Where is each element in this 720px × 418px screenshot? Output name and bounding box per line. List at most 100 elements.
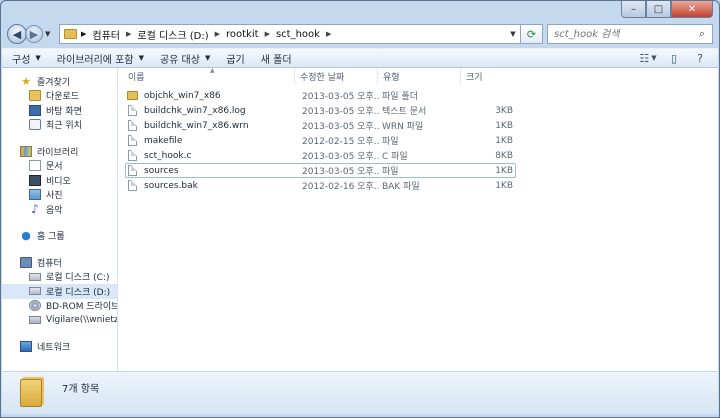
file-name-cell: sources xyxy=(126,165,296,176)
sidebar-item-favorites[interactable]: ★ 즐겨찾기 xyxy=(2,74,117,89)
column-header-type[interactable]: 유형 xyxy=(378,68,461,84)
file-name: buildchk_win7_x86.log xyxy=(144,105,246,116)
sidebar-item-pictures[interactable]: 사진 xyxy=(2,188,117,203)
organize-button[interactable]: 구성 ▼ xyxy=(12,51,41,66)
optical-drive-icon xyxy=(29,300,41,312)
new-folder-button[interactable]: 새 폴더 xyxy=(261,51,292,66)
file-name-cell: sct_hook.c xyxy=(126,150,296,161)
sidebar-item-videos[interactable]: 비디오 xyxy=(2,173,117,188)
chevron-right-icon[interactable]: ▶ xyxy=(215,30,220,38)
library-icon xyxy=(20,145,32,157)
sidebar-item-desktop[interactable]: 바탕 화면 xyxy=(2,103,117,118)
table-row[interactable]: makefile 2012-02-15 오후... 파일 1KB xyxy=(125,133,516,148)
help-button[interactable]: ? xyxy=(690,50,710,66)
breadcrumb-item-local-disk-d[interactable]: 로컬 디스크 (D:) xyxy=(137,27,208,42)
file-size: 1KB xyxy=(495,165,513,176)
sidebar-group-libraries: 라이브러리 문서 비디오 사진 ♪ 음악 xyxy=(2,144,117,217)
address-dropdown-button[interactable]: ▼ xyxy=(506,30,520,38)
file-icon xyxy=(128,165,137,176)
sidebar-item-downloads[interactable]: 다운로드 xyxy=(2,89,117,104)
sidebar-item-local-disk-c[interactable]: 로컬 디스크 (C:) xyxy=(2,270,117,285)
help-icon: ? xyxy=(697,51,703,65)
sidebar-item-local-disk-d[interactable]: 로컬 디스크 (D:) xyxy=(2,284,117,299)
search-input[interactable] xyxy=(554,28,692,40)
navigation-pane[interactable]: ★ 즐겨찾기 다운로드 바탕 화면 최근 위치 라이브러리 문서 비디오 사진 ♪… xyxy=(2,68,118,371)
sidebar-group-network: 네트워크 xyxy=(2,340,117,355)
sidebar-item-network-drive[interactable]: Vigilare(\\wnietzsch xyxy=(2,313,117,328)
recent-pages-dropdown[interactable]: ▼ xyxy=(45,30,55,38)
table-row[interactable]: buildchk_win7_x86.log 2013-03-05 오후... 텍스트… xyxy=(125,103,516,118)
table-row[interactable]: sources 2013-03-05 오후... 파일 1KB xyxy=(125,163,516,178)
sidebar-group-computer: 컴퓨터 로컬 디스크 (C:) 로컬 디스크 (D:) BD-ROM 드라이브 … xyxy=(2,255,117,328)
file-icon xyxy=(128,120,137,131)
recent-places-icon xyxy=(29,119,41,131)
chevron-down-icon: ▼ xyxy=(651,54,657,62)
sidebar-item-homegroup[interactable]: ● 홈 그룹 xyxy=(2,229,117,244)
table-row[interactable]: objchk_win7_x86 2013-03-05 오후... 파일 폴더 xyxy=(125,88,516,103)
sidebar-item-recent-places[interactable]: 최근 위치 xyxy=(2,118,117,133)
burn-button[interactable]: 굽기 xyxy=(226,51,244,66)
file-icon xyxy=(128,105,137,116)
breadcrumb-item-computer[interactable]: 컴퓨터 xyxy=(92,27,120,42)
search-box[interactable]: ⌕ xyxy=(547,24,713,44)
refresh-button[interactable]: ⟳ xyxy=(521,24,543,44)
sidebar-item-computer[interactable]: 컴퓨터 xyxy=(2,255,117,270)
file-name: sources.bak xyxy=(144,180,198,191)
forward-button[interactable]: ▶ xyxy=(25,25,43,43)
chevron-right-icon[interactable]: ▶ xyxy=(326,30,331,38)
file-type: WRN 파일 xyxy=(382,122,424,132)
details-pane: 7개 항목 xyxy=(2,371,718,414)
caption-buttons: – □ ✕ xyxy=(621,1,713,18)
view-options-button[interactable]: ☷ ▼ xyxy=(638,50,658,66)
item-count: 7개 항목 xyxy=(62,384,100,395)
file-date: 2013-03-05 오후... xyxy=(302,167,379,177)
table-row[interactable]: sct_hook.c 2013-03-05 오후... C 파일 8KB xyxy=(125,148,516,163)
back-arrow-icon: ◀ xyxy=(12,27,22,41)
address-bar[interactable]: ▶ 컴퓨터 ▶ 로컬 디스크 (D:) ▶ rootkit ▶ sct_hook… xyxy=(59,24,521,44)
file-date: 2013-03-05 오후... xyxy=(302,92,379,102)
close-button[interactable]: ✕ xyxy=(671,1,713,18)
column-header-size[interactable]: 크기 xyxy=(461,68,516,84)
preview-pane-icon: ▯ xyxy=(670,51,678,65)
include-in-library-button[interactable]: 라이브러리에 포함 ▼ xyxy=(57,51,144,66)
column-headers: ▲ 이름 수정한 날짜 유형 크기 xyxy=(118,67,718,86)
file-list[interactable]: ▲ 이름 수정한 날짜 유형 크기 objchk_win7_x86 2013-03… xyxy=(118,67,718,371)
chevron-right-icon[interactable]: ▶ xyxy=(265,30,270,38)
file-name-cell: makefile xyxy=(126,135,296,146)
chevron-right-icon[interactable]: ▶ xyxy=(81,30,86,38)
share-with-button[interactable]: 공유 대상 ▼ xyxy=(160,51,210,66)
search-icon[interactable]: ⌕ xyxy=(692,27,712,41)
file-icon xyxy=(128,135,137,146)
sidebar-item-network[interactable]: 네트워크 xyxy=(2,340,117,355)
minimize-button[interactable]: – xyxy=(621,1,646,18)
column-header-date-modified[interactable]: 수정한 날짜 xyxy=(295,68,378,84)
large-folder-icon xyxy=(20,379,42,407)
table-row[interactable]: buildchk_win7_x86.wrn 2013-03-05 오후... WRN… xyxy=(125,118,516,133)
folder-icon xyxy=(127,91,138,100)
sidebar-item-libraries[interactable]: 라이브러리 xyxy=(2,144,117,159)
sidebar-item-music[interactable]: ♪ 음악 xyxy=(2,202,117,217)
view-grid-icon: ☷ xyxy=(639,51,650,65)
file-date: 2013-03-05 오후... xyxy=(302,107,379,117)
hard-drive-icon xyxy=(29,287,41,296)
back-button[interactable]: ◀ xyxy=(7,24,27,44)
file-date: 2013-03-05 오후... xyxy=(302,122,379,132)
refresh-icon: ⟳ xyxy=(526,27,537,41)
file-size: 1KB xyxy=(495,135,513,146)
preview-pane-button[interactable]: ▯ xyxy=(664,50,684,66)
maximize-button[interactable]: □ xyxy=(646,1,671,18)
breadcrumb-item-rootkit[interactable]: rootkit xyxy=(226,29,259,40)
sidebar-item-documents[interactable]: 문서 xyxy=(2,159,117,174)
file-size: 3KB xyxy=(495,105,513,116)
chevron-down-icon: ▼ xyxy=(204,54,211,62)
music-note-icon: ♪ xyxy=(31,201,39,216)
chevron-down-icon: ▼ xyxy=(138,54,144,62)
sidebar-item-bd-rom[interactable]: BD-ROM 드라이브 ( xyxy=(2,299,117,314)
file-type: 파일 xyxy=(382,167,399,177)
homegroup-icon: ● xyxy=(21,229,31,243)
chevron-right-icon[interactable]: ▶ xyxy=(126,30,131,38)
column-header-name[interactable]: 이름 xyxy=(118,68,295,84)
file-size: 1KB xyxy=(495,120,513,131)
breadcrumb-item-sct-hook[interactable]: sct_hook xyxy=(276,29,320,40)
table-row[interactable]: sources.bak 2012-02-16 오후... BAK 파일 1KB xyxy=(125,178,516,193)
